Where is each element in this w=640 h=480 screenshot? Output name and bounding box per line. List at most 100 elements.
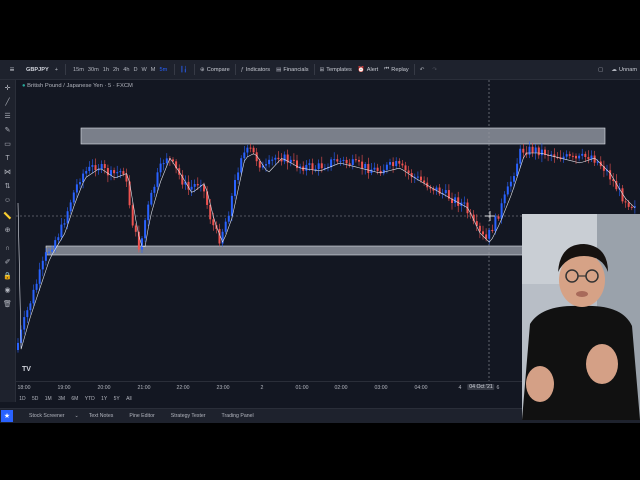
range-5d[interactable]: 5D bbox=[29, 396, 42, 402]
crosshair-tool-icon[interactable]: ✛ bbox=[3, 84, 12, 93]
range-5y[interactable]: 5Y bbox=[110, 396, 123, 402]
range-3m[interactable]: 3M bbox=[55, 396, 68, 402]
crosshair-time-label: 04 Oct '21 bbox=[467, 384, 495, 390]
timeframe-5m[interactable]: 5m bbox=[157, 67, 169, 73]
undo-button[interactable]: ↶ bbox=[417, 60, 430, 79]
candle-body bbox=[237, 172, 240, 181]
candle-body bbox=[227, 215, 230, 222]
alarm-clock-icon: ⏰ bbox=[357, 66, 365, 73]
chart-type-button[interactable]: ┃╽ bbox=[177, 60, 192, 79]
timeframe-D[interactable]: D bbox=[131, 67, 139, 73]
candle-body bbox=[534, 147, 537, 153]
timeframe-M[interactable]: M bbox=[149, 67, 158, 73]
hide-icon[interactable]: ◉ bbox=[3, 286, 12, 295]
timeframe-4h[interactable]: 4h bbox=[121, 67, 131, 73]
magnet-icon[interactable]: ∩ bbox=[3, 244, 12, 253]
candle-body bbox=[246, 147, 249, 153]
tab-strategy-tester[interactable]: Strategy Tester bbox=[163, 413, 214, 419]
financials-button[interactable]: ▤ Financials bbox=[273, 60, 311, 79]
financials-icon: ▤ bbox=[276, 66, 282, 73]
timeframe-30m[interactable]: 30m bbox=[86, 67, 101, 73]
replay-button[interactable]: ⏮ Replay bbox=[381, 60, 411, 79]
candle-body bbox=[60, 224, 63, 238]
timeframe-W[interactable]: W bbox=[140, 67, 149, 73]
hamburger-icon[interactable]: ≡ bbox=[0, 60, 24, 79]
timeframe-1h[interactable]: 1h bbox=[101, 67, 111, 73]
candle-body bbox=[100, 164, 103, 170]
candle-body bbox=[234, 180, 236, 196]
text-tool-icon[interactable]: T bbox=[3, 154, 12, 163]
candle-body bbox=[26, 310, 29, 318]
time-tick-label: 18:00 bbox=[17, 385, 31, 391]
timeframe-15m[interactable]: 15m bbox=[71, 67, 86, 73]
candle-body bbox=[423, 180, 426, 183]
redo-icon: ↷ bbox=[432, 66, 438, 73]
fx-icon: ƒ bbox=[240, 66, 244, 73]
tab-pine-editor[interactable]: Pine Editor bbox=[121, 413, 162, 419]
candle-body bbox=[336, 159, 339, 162]
time-tick-label: 01:00 bbox=[295, 385, 309, 391]
candle-body bbox=[249, 147, 252, 149]
templates-icon: ⊞ bbox=[319, 66, 325, 73]
range-1d[interactable]: 1D bbox=[16, 396, 29, 402]
templates-button[interactable]: ⊞ Templates bbox=[317, 60, 355, 79]
divider bbox=[413, 64, 415, 75]
redo-button[interactable]: ↷ bbox=[429, 60, 442, 79]
candle-body bbox=[528, 146, 531, 155]
candle-body bbox=[317, 163, 320, 170]
lock-icon[interactable]: 🔒 bbox=[3, 272, 12, 281]
range-ytd[interactable]: YTD bbox=[82, 396, 98, 402]
favorite-star-icon[interactable]: ★ bbox=[1, 410, 13, 422]
candle-body bbox=[44, 252, 47, 261]
pattern-tool-icon[interactable]: ⋈ bbox=[3, 168, 12, 177]
ruler-tool-icon[interactable]: 📏 bbox=[3, 212, 12, 221]
candle-body bbox=[339, 160, 342, 162]
brush-tool-icon[interactable]: ✎ bbox=[3, 126, 12, 135]
range-all[interactable]: All bbox=[123, 396, 135, 402]
rectangle-tool-icon[interactable]: ▭ bbox=[3, 140, 12, 149]
emoji-tool-icon[interactable]: ☺ bbox=[3, 196, 12, 205]
candle-body bbox=[509, 181, 512, 187]
trash-icon[interactable]: 🗑 bbox=[3, 300, 12, 309]
range-6m[interactable]: 6M bbox=[68, 396, 81, 402]
fib-tool-icon[interactable]: ☰ bbox=[3, 112, 12, 121]
tab-trading-panel[interactable]: Trading Panel bbox=[214, 413, 262, 419]
templates-label: Templates bbox=[326, 66, 352, 73]
indicators-button[interactable]: ƒ Indicators bbox=[238, 60, 273, 79]
prediction-tool-icon[interactable]: ⇅ bbox=[3, 182, 12, 191]
tab-stock-screener[interactable]: Stock Screener bbox=[21, 413, 72, 419]
candle-body bbox=[162, 163, 165, 165]
candle-body bbox=[537, 147, 540, 156]
range-1m[interactable]: 1M bbox=[42, 396, 55, 402]
layout-button[interactable]: ▢ bbox=[595, 60, 608, 79]
candle-body bbox=[106, 168, 109, 176]
layout-name-button[interactable]: ☁ Unnam bbox=[608, 60, 640, 79]
candle-body bbox=[240, 158, 243, 173]
candle-body bbox=[131, 205, 134, 226]
candle-body bbox=[571, 155, 574, 157]
timeframe-2h[interactable]: 2h bbox=[111, 67, 121, 73]
alert-button[interactable]: ⏰ Alert bbox=[355, 60, 381, 79]
candle-body bbox=[156, 172, 159, 187]
compare-button[interactable]: ⊕ Compare bbox=[197, 60, 233, 79]
status-dot-icon: ● bbox=[22, 83, 26, 89]
range-1y[interactable]: 1Y bbox=[98, 396, 111, 402]
candle-body bbox=[122, 171, 125, 175]
candle-body bbox=[416, 176, 419, 178]
candle-body bbox=[367, 163, 370, 174]
trendline-tool-icon[interactable]: ╱ bbox=[3, 98, 12, 107]
zoom-in-icon[interactable]: ⊕ bbox=[3, 226, 12, 235]
candle-body bbox=[361, 161, 364, 169]
add-symbol-button[interactable]: + bbox=[52, 60, 63, 79]
tab-text-notes[interactable]: Text Notes bbox=[81, 413, 122, 419]
symbol-search-button[interactable]: GBPJPY bbox=[24, 60, 52, 79]
chevron-down-icon[interactable]: ⌄ bbox=[72, 413, 80, 419]
candle-body bbox=[516, 163, 519, 177]
stay-drawing-icon[interactable]: ✐ bbox=[3, 258, 12, 267]
candle-body bbox=[320, 163, 323, 169]
candle-body bbox=[258, 161, 261, 168]
candle-body bbox=[283, 154, 286, 162]
candle-body bbox=[268, 159, 271, 165]
candle-body bbox=[212, 219, 215, 226]
replay-icon: ⏮ bbox=[384, 66, 390, 72]
